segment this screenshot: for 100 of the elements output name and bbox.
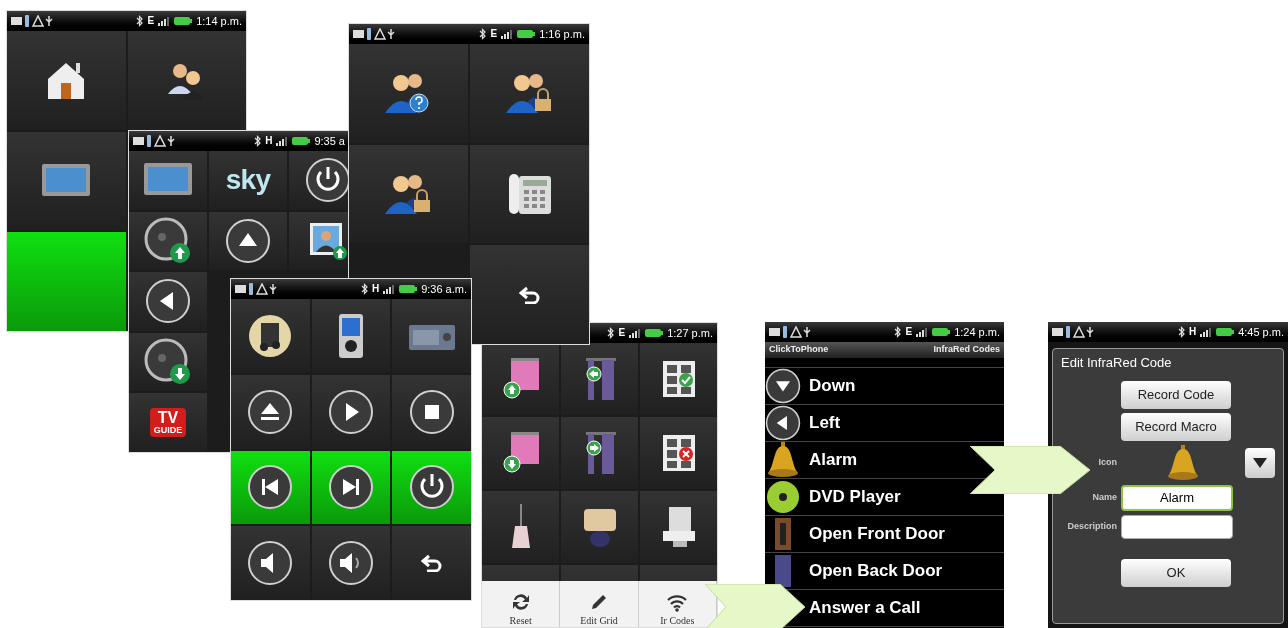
field-label: Icon xyxy=(1097,455,1118,469)
network-type: E xyxy=(490,29,498,39)
name-field[interactable]: Alarm xyxy=(1121,484,1233,511)
record-code-button[interactable]: Record Code xyxy=(1121,380,1231,409)
grid-cell[interactable] xyxy=(129,211,207,271)
grid-cell[interactable] xyxy=(209,211,287,271)
grid-cell[interactable] xyxy=(561,343,638,415)
grid-cell[interactable] xyxy=(470,144,589,244)
grid-cell[interactable] xyxy=(129,151,207,210)
speaker-icon xyxy=(247,540,294,587)
battery-icon xyxy=(1216,327,1235,337)
bluetooth-icon xyxy=(607,327,615,339)
door-icon xyxy=(775,555,791,587)
status-time: 9:36 a.m. xyxy=(421,283,467,295)
speaker-sound-icon xyxy=(328,540,374,587)
list-item[interactable]: DVD Player xyxy=(809,484,901,510)
bluetooth-icon xyxy=(894,326,902,338)
grid-cell[interactable] xyxy=(470,44,589,143)
signal-icon xyxy=(276,136,289,146)
power-icon xyxy=(305,157,349,204)
grid-cell[interactable] xyxy=(289,151,349,210)
status-time: 4:45 p.m. xyxy=(1238,326,1284,338)
grid-cell[interactable] xyxy=(349,144,468,244)
grid-cell[interactable] xyxy=(482,417,559,489)
grid-cell[interactable] xyxy=(470,245,589,344)
grid-cell[interactable] xyxy=(231,526,310,600)
bell-icon xyxy=(1166,444,1200,481)
eject-icon xyxy=(247,388,294,435)
bluetooth-icon xyxy=(479,28,487,40)
grid-cell[interactable]: sky xyxy=(209,151,287,210)
list-item[interactable]: Alarm xyxy=(809,447,858,473)
window-check-icon xyxy=(660,359,697,399)
description-field[interactable] xyxy=(1121,514,1233,539)
back-arrow-icon xyxy=(518,285,541,304)
media-player-icon xyxy=(338,312,364,359)
grid-cell[interactable] xyxy=(349,44,468,143)
music-disc-icon xyxy=(247,312,294,359)
record-macro-button[interactable]: Record Macro xyxy=(1121,412,1231,441)
grid-cell[interactable] xyxy=(392,299,471,373)
grid-cell[interactable] xyxy=(289,211,349,271)
grid-cell[interactable] xyxy=(311,299,391,373)
toolbar-button[interactable]: Edit Grid xyxy=(560,581,639,627)
ok-button[interactable]: OK xyxy=(1121,558,1231,587)
grid-cell[interactable]: TV GUIDE xyxy=(129,393,207,452)
grid-cell[interactable] xyxy=(561,491,638,563)
monitor-icon xyxy=(41,163,92,199)
list-item[interactable]: Left xyxy=(809,410,841,436)
dropdown-button[interactable] xyxy=(1245,447,1275,478)
list-item[interactable]: Answer a Call xyxy=(809,595,921,621)
speaker-arrow-down-icon xyxy=(144,338,192,387)
battery-icon xyxy=(399,284,418,294)
field-label: Description xyxy=(1066,519,1118,533)
toolbar-button[interactable]: Reset xyxy=(482,581,561,627)
wall-light-icon xyxy=(660,505,697,549)
grid-cell[interactable] xyxy=(311,526,391,600)
network-type: H xyxy=(1188,327,1197,337)
bluetooth-icon xyxy=(136,15,144,27)
battery-icon xyxy=(645,328,664,338)
grid-cell[interactable] xyxy=(127,31,246,130)
grid-cell[interactable] xyxy=(129,272,207,331)
grid-cell[interactable] xyxy=(640,491,717,563)
grid-cell[interactable] xyxy=(7,131,126,231)
grid-cell[interactable] xyxy=(231,450,310,525)
grid-cell[interactable] xyxy=(640,417,717,489)
disc-icon xyxy=(766,480,800,514)
status-time: 1:16 p.m. xyxy=(539,28,585,40)
grid-cell[interactable] xyxy=(482,491,559,563)
stop-icon xyxy=(408,388,455,435)
door-icon xyxy=(775,518,791,550)
grid-cell[interactable] xyxy=(7,31,126,130)
signal-icon xyxy=(158,16,171,26)
skip-forward-icon xyxy=(328,464,374,511)
bluetooth-icon xyxy=(360,283,368,295)
section-title: InfraRed Codes xyxy=(933,343,1000,357)
dialog-title: Edit InfraRed Code xyxy=(1060,354,1173,372)
list-item[interactable]: Down xyxy=(809,373,856,399)
window-cross-icon xyxy=(660,433,697,473)
network-type: E xyxy=(147,16,155,26)
network-type: H xyxy=(265,136,273,146)
grid-cell[interactable] xyxy=(7,232,126,331)
photo-arrow-up-icon xyxy=(308,220,348,261)
list-item[interactable]: Open Front Door xyxy=(809,521,945,547)
grid-cell[interactable] xyxy=(392,526,471,600)
grid-cell[interactable] xyxy=(640,343,717,415)
grid-cell[interactable] xyxy=(311,374,391,449)
grid-cell[interactable] xyxy=(231,374,310,449)
skip-back-icon xyxy=(247,464,294,511)
grid-cell[interactable] xyxy=(561,417,638,489)
play-icon xyxy=(328,388,374,435)
grid-cell[interactable] xyxy=(392,450,471,525)
grid-cell[interactable] xyxy=(129,332,207,392)
grid-cell[interactable] xyxy=(231,299,310,373)
grid-cell[interactable] xyxy=(392,374,471,449)
caret-icon xyxy=(1252,456,1268,469)
list-item[interactable]: Open Back Door xyxy=(809,558,943,584)
logo-text: TV xyxy=(157,410,179,427)
network-type: H xyxy=(371,284,380,294)
signal-icon xyxy=(916,327,929,337)
grid-cell[interactable] xyxy=(311,450,391,525)
grid-cell[interactable] xyxy=(482,343,559,415)
